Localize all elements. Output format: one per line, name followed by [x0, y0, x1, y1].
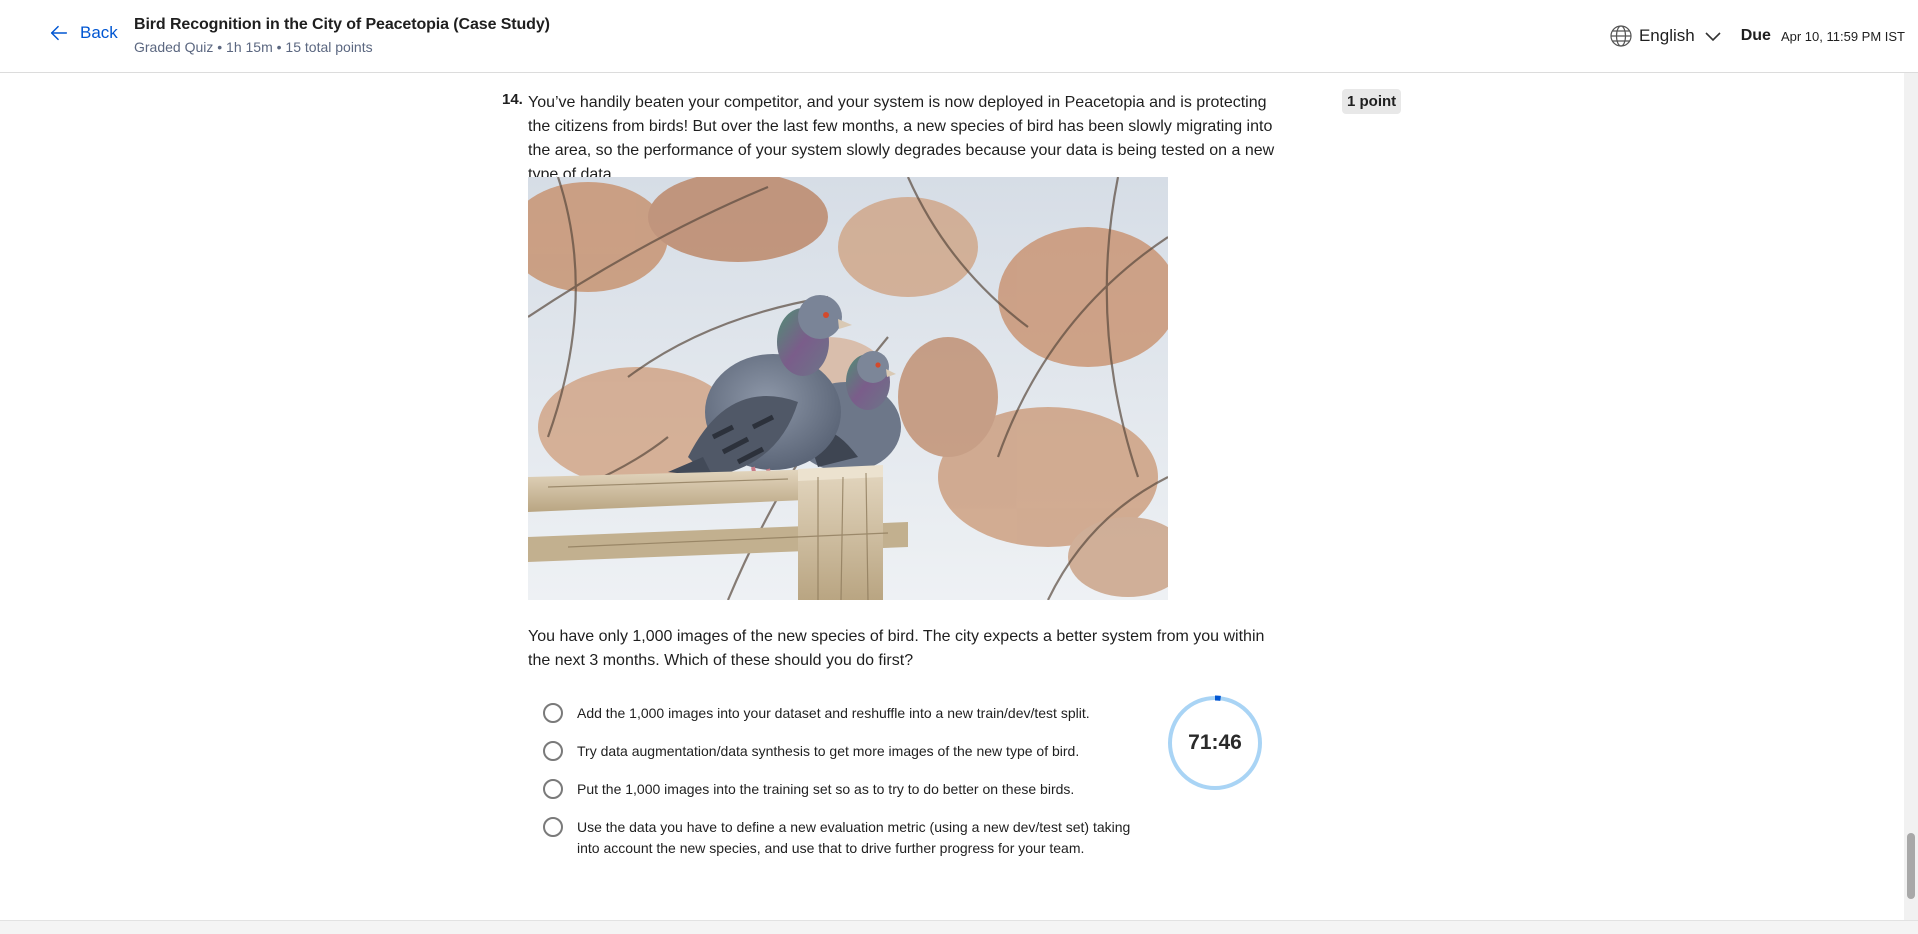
answer-option-2[interactable]: Try data augmentation/data synthesis to … — [543, 741, 1143, 762]
scrollbar[interactable] — [1904, 73, 1918, 928]
due-date: Apr 10, 11:59 PM IST — [1780, 28, 1905, 44]
answer-options: Add the 1,000 images into your dataset a… — [543, 703, 1143, 876]
page-title-block: Bird Recognition in the City of Peacetop… — [134, 16, 550, 55]
radio-button[interactable] — [543, 741, 563, 761]
back-label: Back — [80, 23, 118, 42]
scrollbar-thumb[interactable] — [1907, 833, 1915, 899]
page-title: Bird Recognition in the City of Peacetop… — [134, 16, 550, 33]
option-label: Put the 1,000 images into the training s… — [577, 781, 1075, 797]
answer-option-4[interactable]: Use the data you have to define a new ev… — [543, 817, 1143, 859]
back-button[interactable]: Back — [48, 22, 118, 44]
language-label: English — [1638, 26, 1695, 45]
chevron-down-icon — [1705, 32, 1721, 42]
quiz-timer: 71:46 — [1167, 695, 1263, 791]
answer-option-1[interactable]: Add the 1,000 images into your dataset a… — [543, 703, 1143, 724]
arrow-left-icon — [50, 25, 68, 41]
question-followup: You have only 1,000 images of the new sp… — [528, 628, 1265, 669]
question-text: You’ve handily beaten your competitor, a… — [528, 94, 1275, 183]
radio-button[interactable] — [543, 779, 563, 799]
question-number: 14. — [502, 91, 523, 108]
language-selector[interactable]: English — [1609, 24, 1725, 48]
timer-value: 71:46 — [1188, 731, 1242, 754]
globe-icon — [1610, 25, 1632, 47]
option-label: Try data augmentation/data synthesis to … — [577, 743, 1080, 759]
answer-option-3[interactable]: Put the 1,000 images into the training s… — [543, 779, 1143, 800]
pigeons-on-fence-photo — [528, 177, 1168, 600]
top-bar: Back Bird Recognition in the City of Pea… — [0, 0, 1918, 73]
option-label: Use the data you have to define a new ev… — [577, 819, 1131, 856]
radio-button[interactable] — [543, 817, 563, 837]
radio-button[interactable] — [543, 703, 563, 723]
option-label: Add the 1,000 images into your dataset a… — [577, 705, 1090, 721]
footer-divider — [0, 920, 1918, 934]
header-tools: English Due Apr 10, 11:59 PM IST — [1609, 24, 1905, 48]
page-subtitle: Graded Quiz • 1h 15m • 15 total points — [134, 39, 373, 55]
due-label: Due — [1740, 27, 1771, 44]
points-badge: 1 point — [1342, 89, 1402, 114]
